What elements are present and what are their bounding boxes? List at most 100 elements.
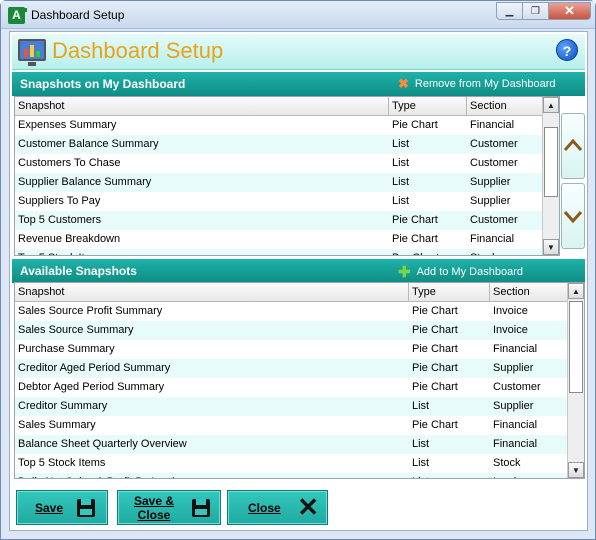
table-row[interactable]: Revenue Breakdown Pie Chart Financial <box>15 230 543 249</box>
scroll-up-button[interactable]: ▲ <box>543 97 559 113</box>
cell-snapshot: Suppliers To Pay <box>18 195 101 207</box>
table-row[interactable]: Purchase Summary Pie Chart Financial <box>15 340 568 359</box>
page-title: Dashboard Setup <box>52 38 224 63</box>
my-dashboard-rows: Expenses Summary Pie Chart Financial Custom… <box>15 116 543 255</box>
table-row[interactable]: Supplier Balance Summary List Supplier <box>15 173 543 192</box>
column-header-type[interactable]: Type <box>389 97 467 115</box>
scroll-up-button[interactable]: ▲ <box>568 283 584 299</box>
save-button[interactable]: Save <box>16 490 108 525</box>
cell-section: Customer <box>470 157 518 169</box>
close-button[interactable]: Close ✕ <box>227 490 328 525</box>
available-scrollbar[interactable]: ▲ ▼ <box>567 283 584 478</box>
minimize-button[interactable]: ▁ <box>496 2 522 20</box>
cell-snapshot: Top 5 Customers <box>18 214 102 226</box>
cell-section: Financial <box>470 119 515 131</box>
cell-type: Pie Chart <box>412 343 458 355</box>
table-row[interactable]: Top 5 Stock Items List Stock <box>15 454 568 473</box>
cell-snapshot: Revenue Breakdown <box>18 233 121 245</box>
table-row[interactable]: Creditor Aged Period Summary Pie Chart Sup… <box>15 359 568 378</box>
cell-snapshot: Daily Net Sales & Profit By Invoice <box>15 473 409 478</box>
scroll-thumb[interactable] <box>544 127 558 197</box>
scroll-thumb[interactable] <box>569 301 583 393</box>
add-to-dashboard-button[interactable]: ✚ Add to My Dashboard <box>398 263 523 281</box>
table-row[interactable]: Expenses Summary Pie Chart Financial <box>15 116 543 135</box>
save-and-close-button[interactable]: Save & Close <box>117 490 221 525</box>
cell-type: Pie Chart <box>392 233 438 245</box>
add-plus-icon: ✚ <box>398 264 411 281</box>
available-section-bar: Available Snapshots ✚ Add to My Dashboar… <box>12 259 585 283</box>
title-bar[interactable]: A Dashboard Setup ▁ ❐ ✕ <box>1 1 595 29</box>
cell-snapshot: Sales Summary <box>18 419 96 431</box>
move-down-button[interactable] <box>561 183 585 249</box>
window-controls: ▁ ❐ ✕ <box>496 2 591 20</box>
move-up-button[interactable] <box>561 113 585 179</box>
available-grid[interactable]: Snapshot Type Section Sales Source Profi… <box>14 282 585 479</box>
table-row[interactable]: Suppliers To Pay List Supplier <box>15 192 543 211</box>
maximize-button[interactable]: ❐ <box>522 2 548 20</box>
table-row[interactable]: Customer Balance Summary List Customer <box>15 135 543 154</box>
content-panel: Dashboard Setup ? Snapshots on My Dashbo… <box>9 31 588 531</box>
table-row[interactable]: Sales Source Profit Summary Pie Chart Invo… <box>15 302 568 321</box>
remove-from-dashboard-label: Remove from My Dashboard <box>414 78 556 90</box>
cell-section: Invoice <box>493 305 528 317</box>
cell-type: List <box>392 195 410 207</box>
scroll-down-button[interactable]: ▼ <box>543 239 559 255</box>
dashboard-monitor-icon <box>18 39 46 66</box>
table-row[interactable]: Balance Sheet Quarterly Overview List Fina… <box>15 435 568 454</box>
table-row[interactable]: Customers To Chase List Customer <box>15 154 543 173</box>
column-header-section[interactable]: Section <box>467 97 543 115</box>
cell-type: Pie Chart <box>412 419 458 431</box>
close-window-button[interactable]: ✕ <box>548 2 591 20</box>
save-and-close-line2: Close <box>137 508 171 522</box>
save-and-close-label: Save & Close <box>132 494 176 522</box>
table-row[interactable]: Top 5 Stock ItemsBar ChartStock <box>15 249 543 255</box>
cell-snapshot: Debtor Aged Period Summary <box>18 381 165 393</box>
cell-type: Pie Chart <box>392 119 438 131</box>
header-bar: Dashboard Setup ? <box>12 34 585 70</box>
cell-snapshot: Top 5 Stock Items <box>18 457 106 469</box>
cell-section: Financial <box>493 343 538 355</box>
cell-section: Invoice <box>490 473 568 478</box>
cell-section: Supplier <box>493 362 534 374</box>
table-row[interactable]: Sales Summary Pie Chart Financial <box>15 416 568 435</box>
floppy-disk-icon <box>77 499 95 517</box>
cell-section: Supplier <box>493 400 534 412</box>
scroll-down-icon: ▼ <box>547 242 555 252</box>
column-header-section[interactable]: Section <box>490 283 568 301</box>
cell-snapshot: Balance Sheet Quarterly Overview <box>18 438 187 450</box>
scroll-down-icon: ▼ <box>572 465 580 475</box>
chevron-up-icon <box>563 138 583 151</box>
window-title: Dashboard Setup <box>31 8 125 22</box>
table-row[interactable]: Daily Net Sales & Profit By InvoiceListI… <box>15 473 568 478</box>
column-header-snapshot[interactable]: Snapshot <box>15 97 389 115</box>
action-bar: Save Save & Close Close ✕ <box>12 482 585 528</box>
my-dashboard-scrollbar[interactable]: ▲ ▼ <box>542 97 559 255</box>
table-row[interactable]: Debtor Aged Period Summary Pie Chart Custo… <box>15 378 568 397</box>
cell-section: Financial <box>493 419 538 431</box>
table-row[interactable]: Creditor Summary List Supplier <box>15 397 568 416</box>
column-header-type[interactable]: Type <box>409 283 490 301</box>
table-row[interactable]: Sales Source Summary Pie Chart Invoice <box>15 321 568 340</box>
available-grid-header: Snapshot Type Section <box>15 283 568 302</box>
cell-section: Financial <box>493 438 538 450</box>
close-x-icon: ✕ <box>297 492 319 522</box>
my-dashboard-section-title: Snapshots on My Dashboard <box>20 77 186 91</box>
cell-type: Pie Chart <box>412 305 458 317</box>
add-to-dashboard-label: Add to My Dashboard <box>416 266 523 278</box>
available-section-title: Available Snapshots <box>20 264 137 278</box>
remove-from-dashboard-button[interactable]: ✖ Remove from My Dashboard <box>398 76 556 92</box>
cell-type: List <box>409 473 490 478</box>
cell-section: Customer <box>470 214 518 226</box>
cell-type: Pie Chart <box>412 381 458 393</box>
cell-section: Invoice <box>493 324 528 336</box>
cell-snapshot: Customers To Chase <box>18 157 121 169</box>
scroll-down-button[interactable]: ▼ <box>568 462 584 478</box>
table-row[interactable]: Top 5 Customers Pie Chart Customer <box>15 211 543 230</box>
column-header-snapshot[interactable]: Snapshot <box>15 283 409 301</box>
my-dashboard-grid[interactable]: Snapshot Type Section Expenses Summary Pi… <box>14 96 560 256</box>
cell-section: Customer <box>493 381 541 393</box>
cell-type: List <box>412 457 430 469</box>
cell-type: List <box>392 157 410 169</box>
cell-snapshot: Creditor Aged Period Summary <box>18 362 171 374</box>
help-icon[interactable]: ? <box>556 39 578 61</box>
